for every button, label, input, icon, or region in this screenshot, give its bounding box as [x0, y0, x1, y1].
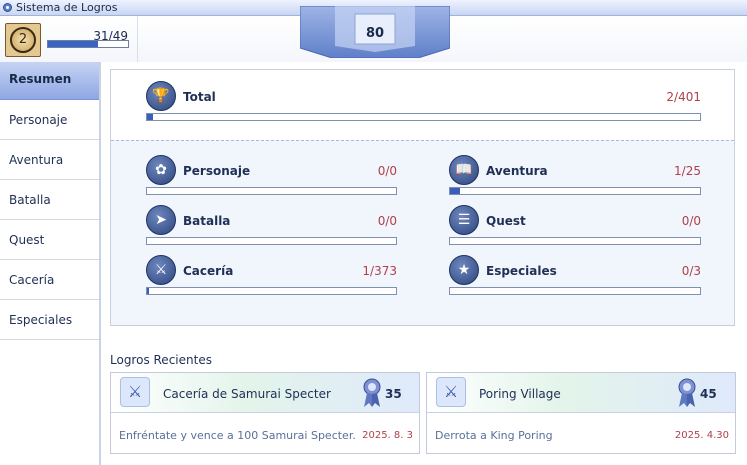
sidebar-item-quest[interactable]: Quest [0, 220, 99, 260]
category-count: 0/3 [681, 264, 701, 278]
sidebar-item-caceria[interactable]: Cacería [0, 260, 99, 300]
category-label: Personaje [183, 164, 251, 178]
category-label: Quest [486, 214, 526, 228]
header-divider [137, 16, 138, 62]
category-count: 0/0 [681, 214, 701, 228]
total-label: Total [183, 90, 216, 104]
total-progress-fill [147, 114, 153, 120]
medal-icon [363, 378, 381, 407]
recent-card[interactable]: ⚔ Poring Village 45 Derrota a King Porin… [426, 372, 736, 454]
recent-title: Logros Recientes [110, 353, 212, 367]
sidebar-item-especiales[interactable]: Especiales [0, 300, 99, 340]
recent-card-header: ⚔ Cacería de Samurai Specter 35 [111, 373, 419, 413]
header: 2 31/49 80 [0, 5, 747, 62]
recent-card-date: 2025. 4.30 [674, 430, 729, 441]
sidebar-item-label: Resumen [9, 72, 72, 86]
category-caceria: ⚔ Cacería 1/373 [146, 255, 397, 295]
sword-icon: ⚔ [146, 255, 176, 285]
sidebar-item-label: Personaje [9, 113, 68, 127]
category-label: Cacería [183, 264, 234, 278]
category-label: Aventura [486, 164, 548, 178]
recent-card-date: 2025. 8. 3 [362, 430, 413, 441]
recent-card[interactable]: ⚔ Cacería de Samurai Specter 35 Enfrénta… [110, 372, 420, 454]
sidebar-item-label: Cacería [9, 273, 55, 287]
category-progress-bar [146, 237, 397, 245]
star-medal-icon: ★ [449, 255, 479, 285]
sword-icon: ⚔ [120, 377, 150, 407]
total-progress-bar [146, 113, 701, 121]
header-progress-bar [47, 40, 129, 48]
category-progress-fill [450, 188, 460, 194]
category-label: Batalla [183, 214, 231, 228]
category-area: ✿ Personaje 0/0 📖 Aventura 1/25 ➤ Batall… [111, 140, 734, 325]
medal-icon [678, 378, 696, 407]
category-count: 1/25 [674, 164, 701, 178]
category-aventura: 📖 Aventura 1/25 [449, 155, 701, 195]
recent-card-points: 45 [700, 387, 717, 401]
recent-card-name: Cacería de Samurai Specter [163, 387, 331, 401]
category-quest: ☰ Quest 0/0 [449, 205, 701, 245]
category-progress-fill [147, 288, 150, 294]
summary-panel: 🏆 Total 2/401 ✿ Personaje 0/0 📖 Aventura… [110, 69, 735, 326]
recent-card-description: Enfréntate y vence a 100 Samurai Specter… [119, 429, 356, 442]
category-progress-bar [146, 287, 397, 295]
category-personaje: ✿ Personaje 0/0 [146, 155, 397, 195]
category-label: Especiales [486, 264, 557, 278]
banner-value: 80 [365, 26, 385, 41]
trophy-icon: 🏆 [146, 81, 176, 111]
book-icon: 📖 [449, 155, 479, 185]
total-count: 2/401 [666, 90, 701, 104]
level-badge: 2 [5, 23, 41, 57]
recent-card-name: Poring Village [479, 387, 561, 401]
sidebar-item-resumen[interactable]: Resumen [0, 62, 99, 100]
sidebar: Resumen Personaje Aventura Batalla Quest… [0, 62, 101, 465]
category-especiales: ★ Especiales 0/3 [449, 255, 701, 295]
recent-card-header: ⚔ Poring Village 45 [427, 373, 735, 413]
category-progress-bar [146, 187, 397, 195]
sidebar-item-label: Especiales [9, 313, 73, 327]
sword-icon: ⚔ [436, 377, 466, 407]
category-count: 1/373 [362, 264, 397, 278]
sidebar-item-personaje[interactable]: Personaje [0, 100, 99, 140]
laurel-icon: ✿ [146, 155, 176, 185]
window-title: Sistema de Logros [16, 1, 118, 14]
recent-card-points: 35 [385, 387, 402, 401]
sidebar-item-batalla[interactable]: Batalla [0, 180, 99, 220]
window-menu-icon[interactable] [3, 3, 12, 12]
scroll-icon: ☰ [449, 205, 479, 235]
sidebar-item-label: Aventura [9, 153, 64, 167]
cursor-icon: ➤ [146, 205, 176, 235]
total-stat: 🏆 Total 2/401 [146, 81, 701, 121]
header-progress-fill [48, 41, 99, 47]
points-banner: 80 [299, 5, 451, 59]
recent-card-description: Derrota a King Poring [435, 429, 553, 442]
sidebar-item-aventura[interactable]: Aventura [0, 140, 99, 180]
category-progress-bar [449, 187, 701, 195]
level-number: 2 [10, 27, 36, 53]
category-count: 0/0 [377, 214, 397, 228]
category-count: 0/0 [377, 164, 397, 178]
category-progress-bar [449, 287, 701, 295]
category-batalla: ➤ Batalla 0/0 [146, 205, 397, 245]
sidebar-item-label: Batalla [9, 193, 51, 207]
category-progress-bar [449, 237, 701, 245]
sidebar-item-label: Quest [9, 233, 45, 247]
